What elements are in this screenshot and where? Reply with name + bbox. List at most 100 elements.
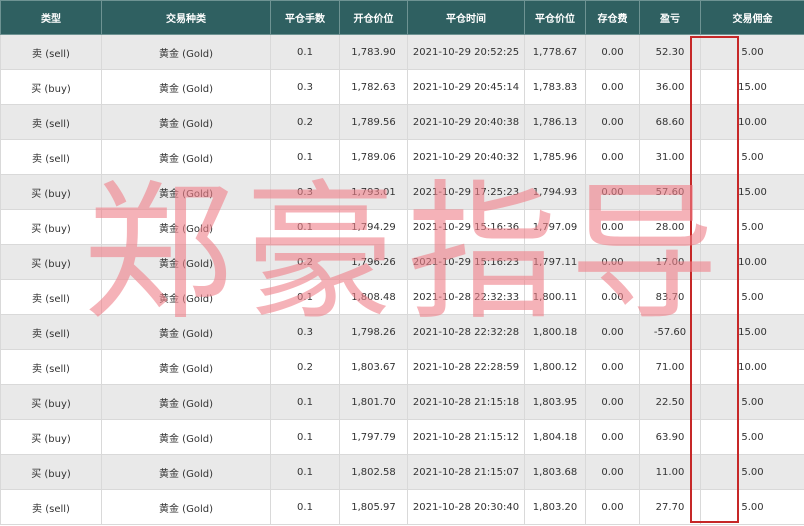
cell-symbol: 黄金 (Gold) — [101, 244, 271, 280]
cell-lots: 0.1 — [270, 279, 340, 315]
cell-swap: 0.00 — [585, 489, 640, 525]
cell-symbol: 黄金 (Gold) — [101, 139, 271, 175]
cell-lots: 0.3 — [270, 69, 340, 105]
cell-commission: 15.00 — [700, 174, 804, 210]
cell-open-price: 1,793.01 — [339, 174, 408, 210]
cell-symbol: 黄金 (Gold) — [101, 489, 271, 525]
cell-symbol: 黄金 (Gold) — [101, 69, 271, 105]
cell-commission: 5.00 — [700, 454, 804, 490]
cell-swap: 0.00 — [585, 314, 640, 350]
cell-type: 卖 (sell) — [0, 314, 102, 350]
cell-close-time: 2021-10-29 15:16:23 — [407, 244, 525, 280]
cell-close-price: 1,803.68 — [524, 454, 586, 490]
table-row: 买 (buy) 黄金 (Gold) 0.1 1,801.70 2021-10-28 21… — [0, 384, 804, 420]
cell-close-time: 2021-10-28 21:15:07 — [407, 454, 525, 490]
cell-profit: 57.60 — [639, 174, 701, 210]
cell-open-price: 1,789.06 — [339, 139, 408, 175]
table-row: 卖 (sell) 黄金 (Gold) 0.3 1,798.26 2021-10-28 2… — [0, 314, 804, 350]
cell-swap: 0.00 — [585, 139, 640, 175]
table-row: 卖 (sell) 黄金 (Gold) 0.1 1,808.48 2021-10-28 2… — [0, 279, 804, 315]
cell-commission: 15.00 — [700, 69, 804, 105]
table-row: 买 (buy) 黄金 (Gold) 0.1 1,797.79 2021-10-28 21… — [0, 419, 804, 455]
cell-type: 买 (buy) — [0, 174, 102, 210]
cell-symbol: 黄金 (Gold) — [101, 454, 271, 490]
cell-commission: 10.00 — [700, 349, 804, 385]
cell-open-price: 1,805.97 — [339, 489, 408, 525]
cell-commission: 5.00 — [700, 489, 804, 525]
cell-symbol: 黄金 (Gold) — [101, 384, 271, 420]
header-swap: 存仓费 — [585, 0, 640, 35]
cell-close-price: 1,794.93 — [524, 174, 586, 210]
cell-symbol: 黄金 (Gold) — [101, 419, 271, 455]
cell-symbol: 黄金 (Gold) — [101, 314, 271, 350]
cell-type: 卖 (sell) — [0, 104, 102, 140]
header-open-price: 开仓价位 — [339, 0, 408, 35]
cell-close-time: 2021-10-29 20:52:25 — [407, 34, 525, 70]
cell-lots: 0.2 — [270, 349, 340, 385]
cell-symbol: 黄金 (Gold) — [101, 104, 271, 140]
cell-close-price: 1,803.95 — [524, 384, 586, 420]
cell-close-price: 1,797.11 — [524, 244, 586, 280]
table-row: 买 (buy) 黄金 (Gold) 0.3 1,782.63 2021-10-29 20… — [0, 69, 804, 105]
cell-type: 买 (buy) — [0, 244, 102, 280]
header-type: 类型 — [0, 0, 102, 35]
cell-commission: 10.00 — [700, 104, 804, 140]
header-symbol: 交易种类 — [101, 0, 271, 35]
cell-profit: 68.60 — [639, 104, 701, 140]
cell-close-price: 1,803.20 — [524, 489, 586, 525]
cell-swap: 0.00 — [585, 209, 640, 245]
cell-swap: 0.00 — [585, 349, 640, 385]
cell-close-time: 2021-10-29 17:25:23 — [407, 174, 525, 210]
cell-close-price: 1,783.83 — [524, 69, 586, 105]
cell-type: 买 (buy) — [0, 384, 102, 420]
trade-history-table: 类型 交易种类 平仓手数 开仓价位 平仓时间 平仓价位 存仓费 盈亏 交易佣金 … — [0, 0, 804, 525]
cell-close-price: 1,786.13 — [524, 104, 586, 140]
table-header-row: 类型 交易种类 平仓手数 开仓价位 平仓时间 平仓价位 存仓费 盈亏 交易佣金 — [0, 0, 804, 35]
cell-swap: 0.00 — [585, 174, 640, 210]
cell-lots: 0.1 — [270, 384, 340, 420]
cell-open-price: 1,798.26 — [339, 314, 408, 350]
cell-close-price: 1,800.18 — [524, 314, 586, 350]
cell-swap: 0.00 — [585, 419, 640, 455]
cell-type: 买 (buy) — [0, 209, 102, 245]
header-profit: 盈亏 — [639, 0, 701, 35]
cell-type: 卖 (sell) — [0, 489, 102, 525]
table-body: 卖 (sell) 黄金 (Gold) 0.1 1,783.90 2021-10-29 2… — [0, 34, 804, 525]
cell-open-price: 1,789.56 — [339, 104, 408, 140]
header-lots: 平仓手数 — [270, 0, 340, 35]
cell-open-price: 1,794.29 — [339, 209, 408, 245]
cell-commission: 5.00 — [700, 419, 804, 455]
cell-lots: 0.2 — [270, 244, 340, 280]
cell-lots: 0.3 — [270, 174, 340, 210]
cell-lots: 0.1 — [270, 489, 340, 525]
cell-lots: 0.2 — [270, 104, 340, 140]
cell-symbol: 黄金 (Gold) — [101, 174, 271, 210]
cell-commission: 5.00 — [700, 209, 804, 245]
cell-swap: 0.00 — [585, 454, 640, 490]
table-row: 卖 (sell) 黄金 (Gold) 0.1 1,789.06 2021-10-29 2… — [0, 139, 804, 175]
cell-lots: 0.1 — [270, 34, 340, 70]
cell-swap: 0.00 — [585, 244, 640, 280]
cell-close-time: 2021-10-28 22:32:33 — [407, 279, 525, 315]
cell-close-time: 2021-10-28 21:15:18 — [407, 384, 525, 420]
cell-open-price: 1,801.70 — [339, 384, 408, 420]
cell-lots: 0.1 — [270, 419, 340, 455]
table-row: 卖 (sell) 黄金 (Gold) 0.1 1,805.97 2021-10-28 2… — [0, 489, 804, 525]
cell-close-price: 1,804.18 — [524, 419, 586, 455]
table-row: 买 (buy) 黄金 (Gold) 0.2 1,796.26 2021-10-29 15… — [0, 244, 804, 280]
cell-commission: 5.00 — [700, 139, 804, 175]
cell-open-price: 1,808.48 — [339, 279, 408, 315]
cell-close-time: 2021-10-28 20:30:40 — [407, 489, 525, 525]
cell-profit: 52.30 — [639, 34, 701, 70]
cell-commission: 10.00 — [700, 244, 804, 280]
cell-type: 卖 (sell) — [0, 34, 102, 70]
cell-swap: 0.00 — [585, 104, 640, 140]
cell-type: 卖 (sell) — [0, 139, 102, 175]
table-row: 卖 (sell) 黄金 (Gold) 0.1 1,783.90 2021-10-29 2… — [0, 34, 804, 70]
cell-profit: 71.00 — [639, 349, 701, 385]
header-commission: 交易佣金 — [700, 0, 804, 35]
cell-swap: 0.00 — [585, 384, 640, 420]
cell-open-price: 1,783.90 — [339, 34, 408, 70]
cell-close-time: 2021-10-29 20:40:38 — [407, 104, 525, 140]
cell-close-time: 2021-10-28 22:28:59 — [407, 349, 525, 385]
